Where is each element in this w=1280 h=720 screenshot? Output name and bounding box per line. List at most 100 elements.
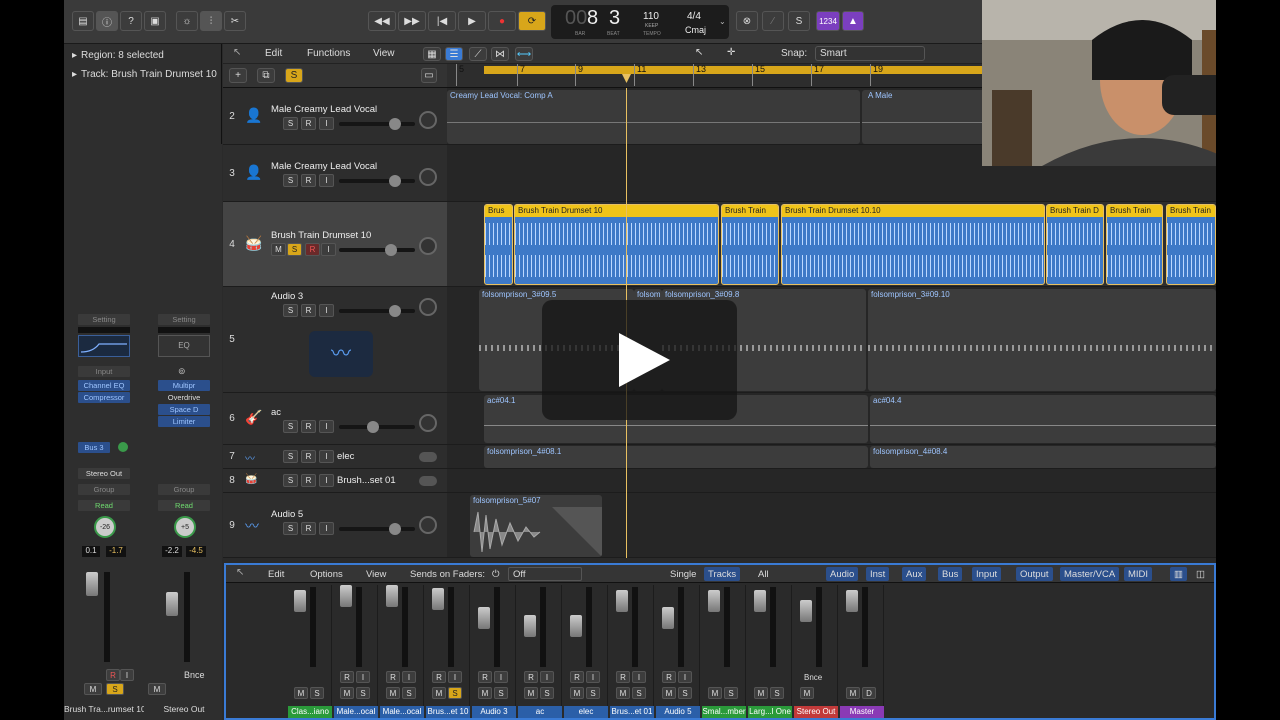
input-monitor-button[interactable]: I	[586, 671, 600, 683]
tracks-view-button[interactable]: Tracks	[704, 567, 741, 581]
solo-button[interactable]: S	[402, 687, 416, 699]
record-enable-button[interactable]: R	[616, 671, 630, 683]
replace-icon[interactable]: ⊗	[736, 11, 758, 31]
record-enable-button[interactable]: R	[106, 669, 120, 681]
input-monitor-button[interactable]: I	[448, 671, 462, 683]
single-view-button[interactable]: Single	[666, 567, 700, 581]
track-name[interactable]: Audio 5	[271, 509, 303, 520]
play-icon[interactable]	[617, 333, 672, 388]
mute-button[interactable]: M	[524, 687, 538, 699]
record-enable-button[interactable]: R	[301, 117, 316, 130]
narrow-strips-icon[interactable]: ▥	[1170, 567, 1187, 581]
track-name[interactable]: ac	[271, 407, 281, 418]
plugin-slot[interactable]: Compressor	[78, 392, 130, 403]
add-track-icon[interactable]: +	[229, 68, 247, 83]
plugin-slot[interactable]: Limiter	[158, 416, 210, 427]
audio-region[interactable]: Creamy Lead Vocal: Comp A	[447, 90, 860, 144]
tuner-icon[interactable]: ⁄	[762, 11, 784, 31]
volume-fader[interactable]	[340, 585, 352, 607]
record-enable-button[interactable]: R	[301, 420, 316, 433]
track-header[interactable]: 3 👤 Male Creamy Lead Vocal S R I	[223, 145, 447, 202]
channel-name[interactable]: elec	[564, 706, 608, 718]
solo-button[interactable]: S	[283, 304, 298, 317]
key-signature[interactable]: Cmaj	[685, 25, 706, 35]
record-enable-button[interactable]: R	[305, 243, 320, 256]
grid-view-icon[interactable]: ▦	[423, 47, 441, 61]
filter-aux-button[interactable]: Aux	[902, 567, 927, 581]
mixer-view-menu[interactable]: View	[362, 567, 390, 581]
record-enable-button[interactable]: R	[301, 474, 316, 487]
setting-button[interactable]: Setting	[78, 314, 130, 325]
input-monitor-button[interactable]: I	[632, 671, 646, 683]
solo-button[interactable]: S	[494, 687, 508, 699]
disclosure-icon[interactable]: ▸	[72, 69, 77, 80]
record-enable-button[interactable]: R	[432, 671, 446, 683]
volume-fader[interactable]	[754, 590, 766, 612]
pan-knob[interactable]	[419, 237, 437, 255]
track-name[interactable]: Male Creamy Lead Vocal	[271, 161, 377, 172]
track-name[interactable]: Brush...set 01	[337, 475, 396, 486]
input-monitor-button[interactable]: I	[120, 669, 134, 681]
filter-output-button[interactable]: Output	[1016, 567, 1053, 581]
volume-slider-knob[interactable]	[389, 523, 401, 535]
mute-button[interactable]: M	[294, 687, 308, 699]
volume-fader[interactable]	[86, 572, 98, 596]
record-enable-button[interactable]: R	[340, 671, 354, 683]
vocal-icon[interactable]: 👤	[245, 164, 262, 181]
solo-button[interactable]: S	[287, 243, 302, 256]
record-enable-button[interactable]: R	[524, 671, 538, 683]
volume-fader[interactable]	[570, 615, 582, 637]
volume-slider[interactable]	[339, 118, 415, 130]
solo-button[interactable]: S	[586, 687, 600, 699]
catch-playhead-icon[interactable]: ▭	[421, 68, 437, 83]
playhead-icon[interactable]	[622, 74, 631, 83]
audio-region[interactable]: folsomprison_5#07	[470, 495, 602, 557]
duplicate-track-icon[interactable]: ⧉	[257, 68, 275, 83]
setting-button[interactable]: Setting	[158, 314, 210, 325]
volume-fader[interactable]	[662, 607, 674, 629]
pan-knob[interactable]	[419, 111, 437, 129]
input-monitor-button[interactable]: I	[319, 304, 334, 317]
mute-button[interactable]: M	[800, 687, 814, 699]
input-monitor-button[interactable]: I	[319, 522, 334, 535]
catch-icon[interactable]: ↖	[233, 47, 241, 58]
mute-button[interactable]: M	[386, 687, 400, 699]
lcd-chevron-icon[interactable]: ⌄	[719, 17, 726, 26]
drum-region[interactable]: Brush Train	[1166, 204, 1216, 285]
channel-name[interactable]: Brus...et 01	[610, 706, 654, 718]
plugin-slot[interactable]: Overdrive	[158, 392, 210, 403]
track-header[interactable]: 5 Audio 3 S R I 〰	[223, 287, 447, 393]
solo-button[interactable]: S	[283, 450, 298, 463]
global-solo-icon[interactable]: S	[285, 68, 303, 83]
record-enable-button[interactable]: R	[478, 671, 492, 683]
record-enable-button[interactable]: R	[301, 174, 316, 187]
solo-button[interactable]: S	[540, 687, 554, 699]
channel-name[interactable]: Audio 5	[656, 706, 700, 718]
track-header[interactable]: 2 👤 Male Creamy Lead Vocal S R I	[223, 88, 447, 145]
track-name[interactable]: Brush Train Drumset 10	[271, 230, 371, 241]
mute-button[interactable]: M	[84, 683, 102, 695]
volume-slider-knob[interactable]	[385, 244, 397, 256]
input-slot[interactable]: Input	[78, 366, 130, 377]
mute-button[interactable]: M	[846, 687, 860, 699]
link-icon[interactable]: ⊚	[178, 366, 186, 377]
record-enable-button[interactable]: R	[570, 671, 584, 683]
input-monitor-button[interactable]: I	[356, 671, 370, 683]
volume-fader[interactable]	[432, 588, 444, 610]
volume-slider-knob[interactable]	[367, 421, 379, 433]
flex-icon[interactable]: ⋈	[491, 47, 509, 61]
channel-name[interactable]: ac	[518, 706, 562, 718]
catch-icon[interactable]: ↖	[236, 567, 244, 578]
vocal-icon[interactable]: 👤	[245, 107, 262, 124]
volume-fader[interactable]	[800, 600, 812, 622]
video-play-overlay[interactable]	[542, 300, 737, 420]
solo-button[interactable]: S	[310, 687, 324, 699]
play-icon[interactable]: ▶	[458, 11, 486, 31]
volume-fader[interactable]	[294, 590, 306, 612]
automation-icon[interactable]: ⟋	[469, 47, 487, 61]
solo-button[interactable]: S	[283, 420, 298, 433]
bounce-button[interactable]: Bnce	[804, 673, 822, 682]
pan-knob[interactable]: -26	[94, 516, 116, 538]
solo-button[interactable]: S	[283, 474, 298, 487]
volume-fader[interactable]	[478, 607, 490, 629]
